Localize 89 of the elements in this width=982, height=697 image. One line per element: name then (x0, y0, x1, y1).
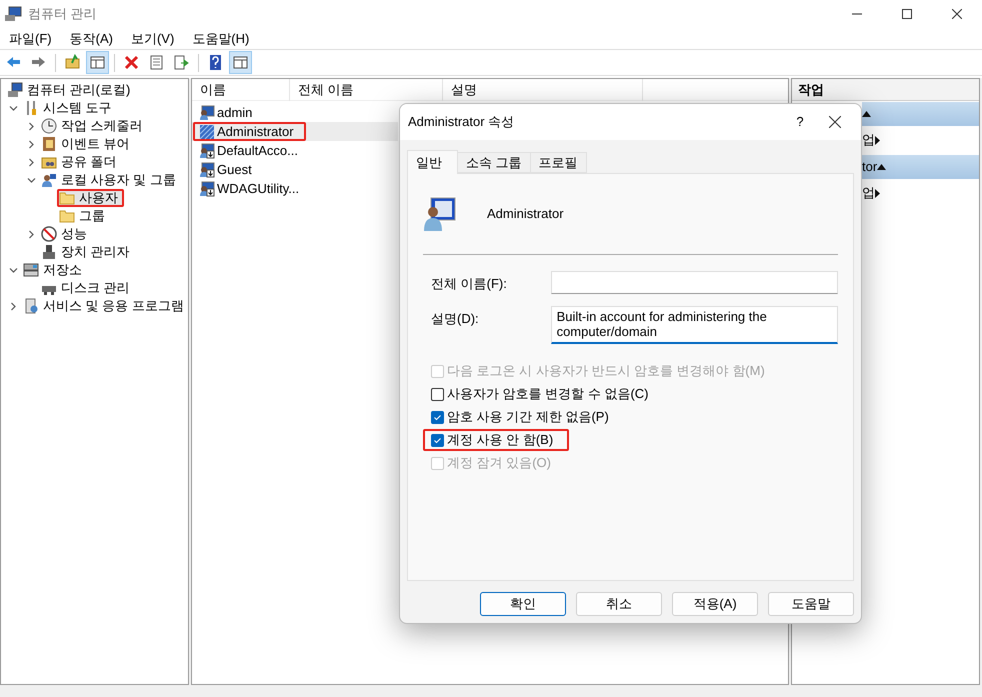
dialog-title: Administrator 속성 (408, 113, 514, 132)
user-name: Administrator (487, 205, 564, 224)
menu-item[interactable]: 도움말(H) (183, 28, 258, 48)
checkbox[interactable]: 암호 사용 기간 제한 없음(P) (423, 406, 625, 428)
tree-item[interactable]: 서비스 및 응용 프로그램 (21, 297, 190, 315)
tree-item[interactable]: 이벤트 뷰어 (39, 135, 136, 153)
collapse-icon (877, 164, 886, 170)
export-icon (173, 54, 190, 71)
actions-header: 작업 (792, 79, 979, 101)
pane-toggle-icon (232, 54, 249, 71)
properties-icon (148, 54, 165, 71)
tree-item[interactable]: 로컬 사용자 및 그룹 (39, 171, 182, 189)
chevron-icon[interactable] (26, 176, 36, 184)
list-row[interactable]: Guest (192, 160, 398, 179)
close-icon (829, 116, 841, 128)
dialog-button[interactable]: 적용(A) (672, 592, 758, 616)
checkmark-icon (433, 412, 442, 422)
chevron-icon[interactable] (26, 140, 36, 148)
toolbar-button[interactable] (229, 51, 252, 74)
list-row[interactable]: Administrator (192, 122, 398, 141)
chevron-icon[interactable] (26, 230, 36, 238)
action-item[interactable]: 업 (862, 179, 979, 207)
tree-item[interactable]: 디스크 관리 (39, 279, 136, 297)
checkbox[interactable]: 계정 사용 안 함(B) (423, 429, 570, 451)
list-row[interactable]: DefaultAcco... (192, 141, 398, 160)
folder-icon (59, 190, 75, 206)
no-entry-icon (41, 226, 57, 242)
submenu-arrow-icon (875, 188, 880, 198)
user-icon (199, 104, 215, 120)
dialog-button[interactable]: 도움말 (768, 592, 854, 616)
user-icon (423, 196, 457, 232)
section-header[interactable]: tor (862, 155, 979, 179)
clock-icon (41, 118, 57, 134)
toolbar-button[interactable] (86, 51, 109, 74)
chevron-icon[interactable] (26, 122, 36, 130)
computer-icon (7, 82, 23, 98)
help-icon (207, 54, 224, 71)
close-icon[interactable] (952, 9, 962, 19)
tree-item[interactable]: 시스템 도구 (21, 99, 118, 117)
user-icon (199, 124, 215, 140)
column-header[interactable]: 전체 이름 (290, 78, 443, 100)
field-label: 설명(D): (430, 310, 480, 328)
event-log-icon (41, 136, 57, 152)
menu-item[interactable]: 파일(F) (0, 28, 61, 48)
tree-item[interactable]: 저장소 (21, 261, 88, 279)
column-header[interactable]: 설명 (443, 78, 643, 100)
collapse-icon (862, 111, 871, 117)
column-header[interactable]: 이름 (192, 78, 290, 100)
user-icon (199, 162, 215, 178)
device-icon (41, 244, 57, 260)
tree-item[interactable]: 사용자 (57, 189, 124, 207)
maximize-icon[interactable] (902, 9, 912, 19)
tree-item[interactable]: 장치 관리자 (39, 243, 136, 261)
chevron-icon[interactable] (8, 302, 18, 310)
help-button[interactable]: ? (785, 107, 815, 137)
menu-item[interactable]: 보기(V) (122, 28, 184, 48)
delete-icon (123, 54, 140, 71)
submenu-arrow-icon (875, 136, 880, 144)
menu-item[interactable]: 동작(A) (60, 28, 122, 48)
folder-up-icon (64, 54, 81, 71)
user-icon (199, 180, 215, 196)
dialog-button[interactable]: 취소 (576, 592, 662, 616)
chevron-icon[interactable] (8, 104, 18, 112)
tree-item[interactable]: 컴퓨터 관리(로컬) (5, 81, 136, 99)
window-title: 컴퓨터 관리 (28, 5, 97, 24)
list-row[interactable]: WDAGUtility... (192, 179, 398, 198)
checkmark-icon (433, 436, 442, 444)
users-icon (41, 172, 57, 188)
tree-item[interactable]: 그룹 (57, 207, 111, 225)
input-field[interactable] (550, 271, 838, 294)
input-field[interactable]: Built-in account for administering the computer/domain (550, 306, 838, 344)
tree-item[interactable]: 성능 (39, 225, 93, 243)
checkbox[interactable]: 사용자가 암호를 변경할 수 없음(C) (423, 383, 664, 405)
tab[interactable]: 프로필 (530, 152, 587, 173)
app-icon (4, 6, 22, 22)
services-icon (23, 298, 39, 314)
tab[interactable]: 일반 (407, 150, 458, 174)
chevron-icon[interactable] (26, 158, 36, 166)
tree-item[interactable]: 작업 스케줄러 (39, 117, 149, 135)
chevron-icon[interactable] (8, 266, 18, 274)
storage-icon (23, 262, 39, 278)
dialog-button[interactable]: 확인 (480, 592, 566, 616)
pane-toggle-icon (89, 54, 106, 71)
field-label: 전체 이름(F): (430, 275, 508, 293)
list-row[interactable]: admin (192, 103, 398, 122)
action-item[interactable]: 업 (862, 126, 979, 154)
tree-item[interactable]: 공유 폴더 (39, 153, 123, 171)
user-icon (199, 142, 215, 158)
tab[interactable]: 소속 그룹 (458, 152, 531, 173)
